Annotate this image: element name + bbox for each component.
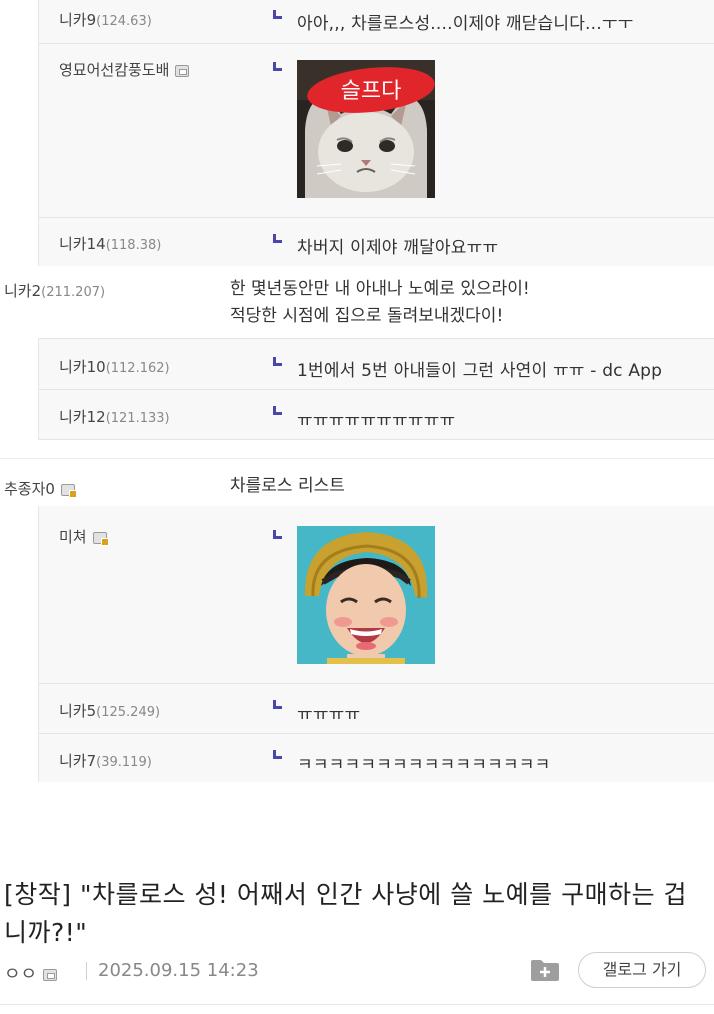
post-date: 2025.09.15 14:23 — [98, 960, 259, 981]
gallog-icon[interactable] — [60, 483, 77, 498]
comment-nickname[interactable]: 추종자0 — [4, 478, 77, 499]
reply-arrow-icon — [273, 530, 282, 539]
add-folder-icon[interactable] — [530, 958, 560, 982]
gallog-icon[interactable] — [92, 531, 109, 546]
reply-nickname[interactable]: 니카14(118.38) — [59, 233, 161, 254]
gallog-icon[interactable] — [43, 969, 58, 981]
meta-divider — [86, 962, 87, 980]
reply-arrow-icon — [273, 406, 282, 415]
comment-line: 한 몇년동안만 내 아내나 노예로 있으라이! — [230, 279, 530, 299]
comment: 추종자0 차를로스 리스트 — [0, 458, 714, 506]
comment-text: 한 몇년동안만 내 아내나 노예로 있으라이! 적당한 시점에 집으로 돌려보내… — [230, 276, 530, 330]
reply-row: 니카10(112.162) 1번에서 5번 아내들이 그런 사연이 ㅠㅠ - d… — [39, 338, 714, 390]
comment-text: 차를로스 리스트 — [230, 473, 345, 500]
reply-row: 니카5(125.249) ㅠㅠㅠㅠ — [39, 684, 714, 734]
reply-block: 니카10(112.162) 1번에서 5번 아내들이 그런 사연이 ㅠㅠ - d… — [38, 338, 714, 440]
reply-row: 니카9(124.63) 아아,,, 차를로스성....이제야 깨닫습니다...ㅜ… — [39, 0, 714, 44]
reply-block: 미쳐 니카5(125.249) ㅠㅠㅠㅠ 니카7(39.119) ㅋㅋㅋㅋㅋㅋㅋ… — [38, 506, 714, 782]
sad-cat-image: 슬프다 — [297, 60, 435, 198]
reply-row: 니카12(121.133) ㅠㅠㅠㅠㅠㅠㅠㅠㅠㅠ — [39, 390, 714, 440]
comment-line: 적당한 시점에 집으로 돌려보내겠다이! — [230, 306, 504, 326]
sad-cat-sticker[interactable]: 슬프다 — [297, 60, 435, 198]
comment: 니카2(211.207) 한 몇년동안만 내 아내나 노예로 있으라이! 적당한… — [0, 266, 714, 338]
reply-row: 영묘어선캄풍도배 슬프다 — [39, 44, 714, 218]
reply-row: 니카14(118.38) 차버지 이제야 깨달아요ㅠㅠ — [39, 218, 714, 266]
reply-text: 아아,,, 차를로스성....이제야 깨닫습니다...ㅜㅜ — [297, 14, 634, 34]
reply-nickname[interactable]: 니카9(124.63) — [59, 9, 152, 30]
laughing-avatar-image — [297, 526, 435, 664]
reply-text: ㅠㅠㅠㅠㅠㅠㅠㅠㅠㅠ — [297, 411, 456, 431]
reply-nickname[interactable]: 니카5(125.249) — [59, 700, 160, 721]
comment-line: 차를로스 리스트 — [230, 476, 345, 496]
reply-arrow-icon — [273, 750, 282, 759]
reply-text: ㅠㅠㅠㅠ — [297, 705, 361, 725]
reply-arrow-icon — [273, 10, 282, 19]
gallog-icon[interactable] — [175, 64, 190, 77]
reply-arrow-icon — [273, 234, 282, 243]
gallog-button[interactable]: 갤로그 가기 — [578, 952, 706, 988]
reply-text: ㅋㅋㅋㅋㅋㅋㅋㅋㅋㅋㅋㅋㅋㅋㅋㅋ — [297, 755, 551, 775]
reply-nickname[interactable]: 영묘어선캄풍도배 — [59, 59, 190, 80]
reply-arrow-icon — [273, 357, 282, 366]
post-author[interactable]: ㅇㅇ — [4, 960, 58, 986]
reply-nickname[interactable]: 니카10(112.162) — [59, 356, 170, 377]
post-title[interactable]: [창작] "차를로스 성! 어째서 인간 사냥에 쓸 노예를 구매하는 겁니까?… — [4, 876, 704, 952]
divider — [0, 1004, 714, 1005]
reply-row: 니카7(39.119) ㅋㅋㅋㅋㅋㅋㅋㅋㅋㅋㅋㅋㅋㅋㅋㅋ — [39, 734, 714, 782]
post-meta: ㅇㅇ 2025.09.15 14:23 갤로그 가기 — [4, 952, 710, 988]
laughing-avatar-sticker[interactable] — [297, 526, 435, 664]
reply-row: 미쳐 — [39, 506, 714, 684]
reply-arrow-icon — [273, 62, 282, 71]
reply-nickname[interactable]: 미쳐 — [59, 526, 109, 547]
svg-text:슬프다: 슬프다 — [341, 79, 402, 104]
reply-text: 1번에서 5번 아내들이 그런 사연이 ㅠㅠ - dc App — [297, 361, 663, 381]
reply-block: 니카9(124.63) 아아,,, 차를로스성....이제야 깨닫습니다...ㅜ… — [38, 0, 714, 266]
comment-nickname[interactable]: 니카2(211.207) — [4, 280, 105, 301]
reply-nickname[interactable]: 니카7(39.119) — [59, 750, 152, 771]
reply-nickname[interactable]: 니카12(121.133) — [59, 406, 170, 427]
reply-text: 차버지 이제야 깨달아요ㅠㅠ — [297, 238, 499, 258]
reply-arrow-icon — [273, 700, 282, 709]
